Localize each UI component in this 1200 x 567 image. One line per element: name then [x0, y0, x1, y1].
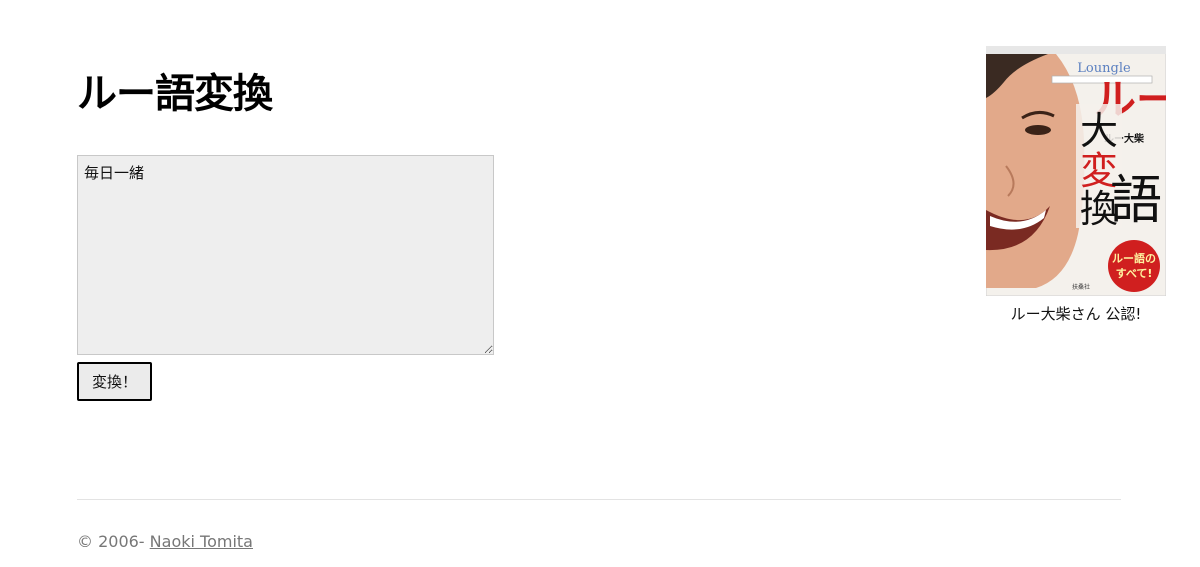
cover-publisher-text: 扶桑社	[1072, 283, 1090, 291]
page: ルー語変換 毎日一緒 変換！ Loungle ルー ルー大柴 大 変 換 語 ル…	[0, 0, 1200, 567]
copyright-text: © 2006-	[77, 532, 150, 551]
svg-text:大: 大	[1080, 109, 1118, 153]
cover-logo-text: Loungle	[1077, 61, 1131, 76]
page-title: ルー語変換	[77, 71, 273, 117]
book-cover-image: Loungle ルー ルー大柴 大 変 換 語 ルー語の すべて! 扶桑社	[986, 46, 1166, 296]
svg-text:ルー語の: ルー語の	[1112, 251, 1156, 265]
footer-divider	[77, 499, 1121, 500]
svg-text:すべて!: すべて!	[1116, 267, 1153, 280]
footer: © 2006- Naoki Tomita	[77, 532, 253, 552]
svg-text:語: 語	[1110, 171, 1162, 231]
conversion-input[interactable]: 毎日一緒	[77, 155, 494, 355]
book-caption: ルー大柴さん 公認!	[1010, 305, 1142, 323]
author-link[interactable]: Naoki Tomita	[150, 532, 253, 551]
convert-button[interactable]: 変換！	[77, 362, 152, 401]
